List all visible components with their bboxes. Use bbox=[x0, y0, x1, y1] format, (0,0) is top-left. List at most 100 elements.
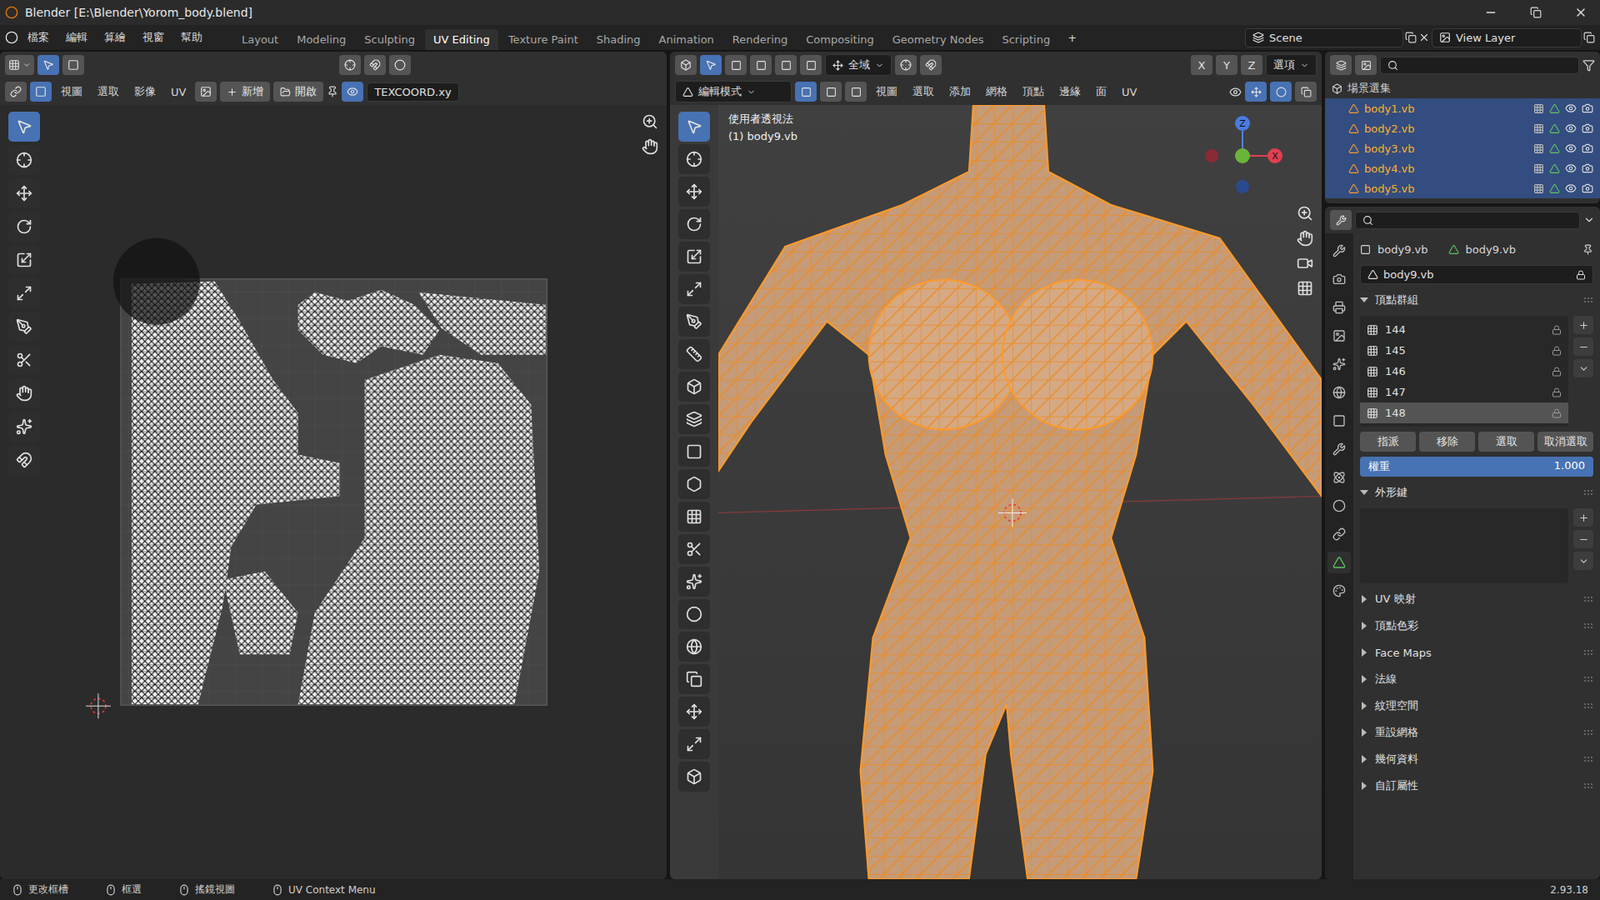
outliner-item[interactable]: body5.vb bbox=[1325, 178, 1600, 199]
image-browse-button[interactable] bbox=[195, 81, 217, 102]
menu-item[interactable]: 檔案 bbox=[20, 27, 57, 48]
uv-island[interactable] bbox=[298, 290, 440, 364]
vertex-group-row[interactable]: 145 bbox=[1360, 340, 1569, 361]
display-mode-button[interactable] bbox=[1355, 55, 1377, 75]
drag-handle-icon[interactable] bbox=[1583, 782, 1594, 790]
tool-button[interactable] bbox=[678, 599, 710, 630]
options-icon[interactable] bbox=[1583, 214, 1595, 226]
select-mode-button[interactable] bbox=[62, 55, 85, 75]
panel-header[interactable]: 幾何資料 bbox=[1360, 748, 1594, 770]
close-icon[interactable] bbox=[1574, 5, 1588, 20]
expand-icon[interactable] bbox=[1361, 781, 1367, 790]
header-menu[interactable]: 影像 bbox=[128, 82, 162, 101]
vertex-group-row[interactable]: 147 bbox=[1360, 381, 1569, 403]
mirror-axis-button[interactable]: Y bbox=[1215, 55, 1238, 75]
scene-field[interactable]: Scene bbox=[1245, 28, 1404, 48]
tool-button[interactable] bbox=[678, 339, 710, 370]
properties-tab[interactable] bbox=[1327, 580, 1351, 602]
lock-icon[interactable] bbox=[1551, 366, 1562, 377]
open-image-button[interactable]: 開啟 bbox=[273, 81, 324, 102]
lock-icon[interactable] bbox=[1551, 345, 1562, 356]
select-box-mode-button[interactable] bbox=[775, 55, 797, 75]
tool-button[interactable] bbox=[678, 371, 710, 402]
workspace-tab[interactable]: Geometry Nodes bbox=[884, 29, 993, 50]
menu-item[interactable]: 算繪 bbox=[96, 27, 134, 48]
pin-icon[interactable] bbox=[1582, 244, 1594, 255]
tool-button[interactable] bbox=[678, 534, 710, 565]
tool-button[interactable] bbox=[678, 111, 710, 142]
options-field[interactable]: 選項 bbox=[1265, 54, 1317, 76]
new-view-layer-icon[interactable] bbox=[1583, 31, 1595, 44]
drag-handle-icon[interactable] bbox=[1583, 755, 1594, 763]
transform-orientation-field[interactable]: 全域 bbox=[825, 54, 892, 76]
tool-button[interactable] bbox=[8, 111, 40, 142]
mirror-axis-button[interactable]: X bbox=[1190, 55, 1213, 75]
select-tool-button[interactable] bbox=[37, 55, 60, 75]
editor-type-button[interactable] bbox=[5, 55, 35, 75]
header-menu[interactable]: 選取 bbox=[91, 82, 125, 101]
outliner-item[interactable]: body3.vb bbox=[1325, 138, 1600, 159]
properties-tab[interactable] bbox=[1327, 296, 1351, 319]
editor-type-button[interactable] bbox=[675, 55, 697, 75]
expand-icon[interactable] bbox=[1361, 755, 1367, 764]
outliner-root[interactable]: 場景選集 bbox=[1325, 78, 1600, 99]
pivot-button[interactable] bbox=[895, 55, 917, 75]
pivot-button[interactable] bbox=[339, 55, 361, 75]
expand-icon[interactable] bbox=[1361, 648, 1367, 657]
zoom-icon[interactable] bbox=[1296, 205, 1314, 222]
visibility-icon[interactable] bbox=[1565, 122, 1577, 135]
editor-type-button[interactable] bbox=[1330, 55, 1352, 75]
2d-cursor-icon[interactable] bbox=[85, 693, 111, 719]
visibility-icon[interactable] bbox=[1565, 102, 1577, 115]
action-button[interactable]: 指派 bbox=[1360, 431, 1416, 452]
drag-handle-icon[interactable] bbox=[1583, 729, 1594, 736]
mesh-viewport-canvas[interactable] bbox=[718, 105, 1322, 880]
menu-item[interactable]: 編輯 bbox=[58, 27, 95, 48]
tool-button[interactable] bbox=[678, 306, 710, 337]
uv-sync-button[interactable] bbox=[5, 81, 27, 102]
drag-handle-icon[interactable] bbox=[1583, 296, 1594, 304]
fake-user-icon[interactable] bbox=[1575, 270, 1586, 280]
vertex-group-row[interactable]: 148 bbox=[1360, 402, 1569, 424]
new-scene-icon[interactable] bbox=[1405, 31, 1417, 44]
filter-icon[interactable] bbox=[1582, 59, 1595, 72]
tool-button[interactable] bbox=[8, 211, 40, 242]
tool-button[interactable] bbox=[678, 566, 710, 597]
tool-button[interactable] bbox=[8, 378, 40, 409]
properties-tab[interactable] bbox=[1327, 410, 1351, 432]
mesh-data-field[interactable]: body9.vb bbox=[1360, 265, 1594, 285]
header-menu[interactable]: 網格 bbox=[980, 82, 1014, 101]
body-mesh[interactable] bbox=[718, 105, 1322, 880]
weight-slider[interactable]: 權重1.000 bbox=[1360, 456, 1594, 477]
expand-icon[interactable] bbox=[1361, 728, 1367, 737]
delete-scene-icon[interactable] bbox=[1418, 31, 1430, 44]
properties-tab[interactable] bbox=[1327, 325, 1351, 347]
render-icon[interactable] bbox=[1581, 162, 1594, 175]
uv-island[interactable] bbox=[131, 281, 340, 705]
menu-item[interactable]: 視窗 bbox=[135, 27, 172, 48]
lock-icon[interactable] bbox=[1551, 387, 1562, 398]
lock-icon[interactable] bbox=[1551, 408, 1562, 419]
workspace-tab[interactable]: Sculpting bbox=[355, 29, 424, 50]
header-menu[interactable]: UV bbox=[165, 84, 192, 100]
header-menu[interactable]: 視圖 bbox=[55, 82, 89, 101]
tool-button[interactable] bbox=[678, 241, 710, 272]
close-button[interactable] bbox=[1561, 0, 1600, 25]
workspace-tab[interactable]: UV Editing bbox=[425, 29, 499, 50]
panel-header[interactable]: 外形鍵 bbox=[1360, 481, 1594, 504]
visibility-icon[interactable] bbox=[1565, 182, 1577, 195]
navigation-gizmo[interactable]: ZX bbox=[1196, 110, 1289, 202]
header-menu[interactable]: UV bbox=[1115, 84, 1143, 100]
select-box-mode-button[interactable] bbox=[750, 55, 772, 75]
outliner-item[interactable]: body4.vb bbox=[1325, 158, 1600, 179]
outliner-item[interactable]: body1.vb bbox=[1325, 98, 1600, 119]
tool-button[interactable] bbox=[8, 411, 40, 442]
panel-header[interactable]: 法線 bbox=[1360, 668, 1594, 690]
uv-island[interactable] bbox=[223, 570, 299, 655]
properties-tab[interactable] bbox=[1327, 268, 1351, 290]
properties-tab[interactable] bbox=[1327, 551, 1351, 574]
workspace-tab[interactable]: Modeling bbox=[288, 29, 355, 50]
visibility-icon[interactable] bbox=[1565, 162, 1577, 175]
mesh-select-mode-button[interactable] bbox=[845, 81, 867, 102]
drag-handle-icon[interactable] bbox=[1583, 489, 1594, 496]
